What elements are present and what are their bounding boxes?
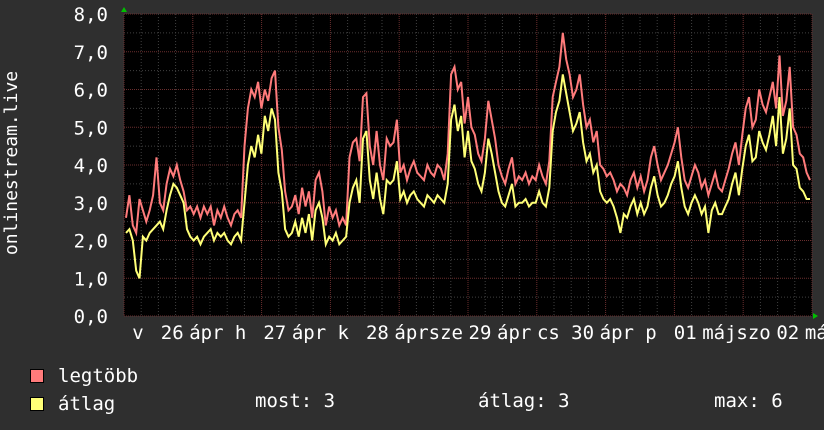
y-tick-label: 2,0	[74, 231, 108, 253]
x-tick-label: cs	[537, 322, 560, 344]
legend-item-avg: átlag	[30, 390, 138, 418]
y-axis-arrow	[121, 7, 127, 12]
stat-max: max: 6	[714, 390, 783, 412]
legend-swatch-max	[30, 369, 44, 383]
x-tick-label: ápr	[189, 322, 223, 344]
x-tick-label: 01	[674, 322, 697, 344]
x-tick-label: máj	[805, 322, 824, 344]
stat-current: most: 3	[255, 390, 336, 412]
y-tick-label: 6,0	[74, 80, 108, 102]
stat-average: átlag: 3	[478, 390, 570, 412]
y-tick-label: 1,0	[74, 268, 108, 290]
y-tick-label: 5,0	[74, 117, 108, 139]
x-tick-label: ápr	[394, 322, 428, 344]
legend-label-avg: átlag	[58, 393, 116, 415]
x-tick-label: máj	[702, 322, 736, 344]
y-tick-label: 3,0	[74, 193, 108, 215]
legend: legtöbb átlag	[30, 362, 138, 418]
x-tick-label: 26	[161, 322, 184, 344]
legend-item-max: legtöbb	[30, 362, 138, 390]
legend-swatch-avg	[30, 397, 44, 411]
x-tick-label: 28	[366, 322, 389, 344]
x-tick-label: 27	[263, 322, 286, 344]
y-tick-label: 7,0	[74, 42, 108, 64]
y-axis-label: onlinestream.live	[1, 71, 22, 255]
x-tick-label: sze	[429, 322, 463, 344]
x-axis-ticks: v 26 ápr h 27 ápr k 28 ápr sze 29 ápr cs 30 ápr p 01 máj s…	[132, 322, 824, 344]
y-tick-label: 8,0	[74, 4, 108, 26]
x-tick-label: p	[645, 322, 656, 344]
x-tick-label: 02	[776, 322, 799, 344]
x-tick-label: ápr	[600, 322, 634, 344]
x-axis-arrow	[813, 313, 818, 319]
legend-label-max: legtöbb	[58, 365, 139, 387]
x-tick-label: szo	[736, 322, 770, 344]
y-tick-label: 4,0	[74, 155, 108, 177]
x-tick-label: ápr	[292, 322, 326, 344]
x-tick-label: h	[235, 322, 246, 344]
x-tick-label: v	[132, 322, 143, 344]
x-tick-label: 30	[571, 322, 594, 344]
x-tick-label: 29	[469, 322, 492, 344]
x-tick-label: k	[337, 322, 349, 344]
y-tick-label: 0,0	[74, 306, 108, 328]
y-axis-ticks: 0,0 1,0 2,0 3,0 4,0 5,0 6,0 7,0 8,0	[74, 4, 108, 328]
x-tick-label: ápr	[497, 322, 531, 344]
